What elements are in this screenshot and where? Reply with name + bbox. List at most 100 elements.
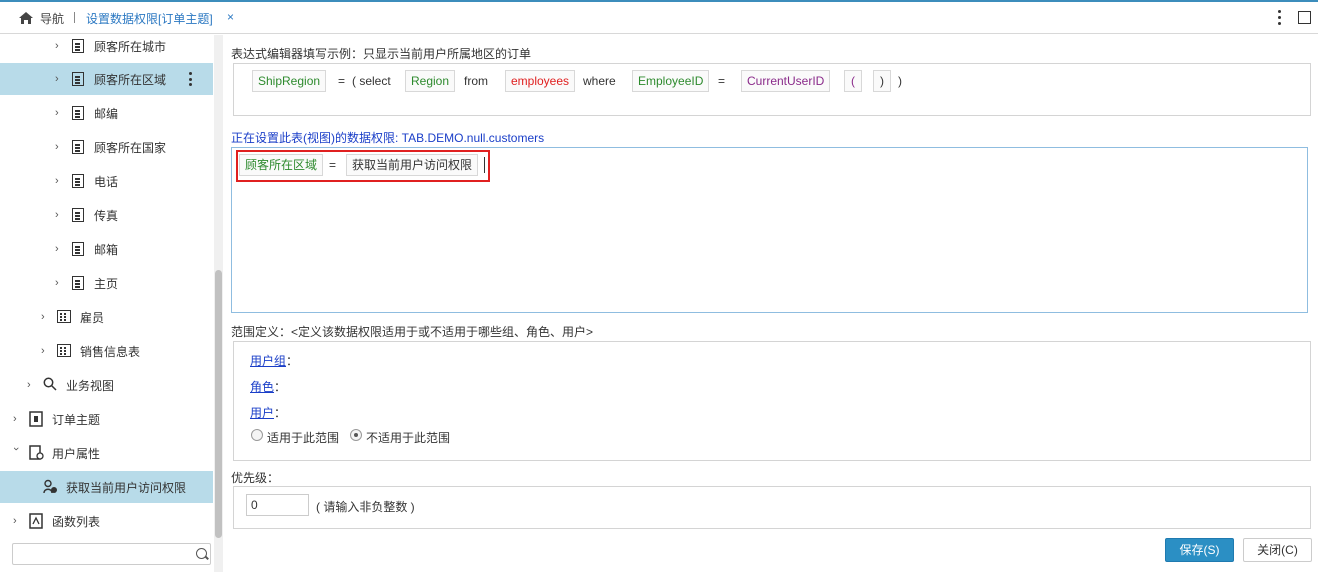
scope-role-row: 角色： <box>250 378 286 395</box>
field-icon <box>72 208 84 222</box>
tree-item-employees[interactable]: › 雇员 <box>0 301 213 333</box>
field-icon <box>72 276 84 290</box>
chevron-right-icon[interactable]: › <box>55 244 63 255</box>
tree-item-label: 顾客所在区域 <box>94 72 167 87</box>
function-list-icon <box>29 513 43 529</box>
tree-item-phone[interactable]: › 电话 <box>0 165 213 197</box>
close-button[interactable]: 关闭(C) <box>1243 538 1312 562</box>
save-button[interactable]: 保存(S) <box>1165 538 1234 562</box>
user-function-icon <box>43 479 57 494</box>
radio-apply[interactable] <box>251 429 263 441</box>
sidebar-search-input[interactable] <box>12 543 211 565</box>
chevron-right-icon[interactable]: › <box>13 414 21 425</box>
tree-item-business-view[interactable]: › 业务视图 <box>0 369 213 401</box>
tree-item-label: 销售信息表 <box>80 344 141 359</box>
chevron-right-icon[interactable]: › <box>55 108 63 119</box>
tree-item-email[interactable]: › 邮箱 <box>0 233 213 265</box>
tab-set-data-permission[interactable]: 设置数据权限[订单主题] <box>86 10 213 27</box>
token-current-user-id: CurrentUserID <box>741 70 831 92</box>
token-ship-region: ShipRegion <box>252 70 327 92</box>
home-icon <box>19 12 33 24</box>
chevron-right-icon[interactable]: › <box>55 142 63 153</box>
tree-item-order-topic[interactable]: › 订单主题 <box>0 403 213 435</box>
token-equals-2: = <box>718 74 726 88</box>
tree-item-label: 业务视图 <box>66 378 115 393</box>
search-view-icon <box>43 377 57 391</box>
chevron-right-icon[interactable]: › <box>55 210 63 221</box>
colon: ： <box>286 354 299 368</box>
example-expression-box: ShipRegion = ( select Region from employ… <box>233 63 1311 116</box>
chevron-right-icon[interactable]: › <box>41 312 49 323</box>
token-employee-id: EmployeeID <box>632 70 710 92</box>
tree-item-label: 电话 <box>94 174 119 189</box>
tab-home-label: 导航 <box>40 11 65 26</box>
permission-expression-editor[interactable]: 顾客所在区域 = 获取当前用户访问权限 <box>231 147 1308 313</box>
tree-item-get-current-user-permission[interactable]: 获取当前用户访问权限 <box>0 471 213 503</box>
item-menu-icon[interactable] <box>189 72 193 86</box>
chevron-right-icon[interactable]: › <box>41 346 49 357</box>
tree-item-customer-region[interactable]: › 顾客所在区域 <box>0 63 213 95</box>
chevron-right-icon[interactable]: › <box>55 176 63 187</box>
example-token-row: ShipRegion = ( select Region from employ… <box>252 70 1292 92</box>
tree-item-label: 顾客所在城市 <box>94 39 167 54</box>
user-attribute-icon <box>29 445 44 460</box>
token-employees: employees <box>505 70 576 92</box>
tree-item-customer-country[interactable]: › 顾客所在国家 <box>0 131 213 163</box>
field-icon <box>72 174 84 188</box>
chevron-right-icon[interactable]: › <box>27 380 35 391</box>
maximize-icon[interactable] <box>1298 11 1311 24</box>
tree-item-label: 主页 <box>94 276 119 291</box>
scope-user-row: 用户： <box>250 404 286 421</box>
chevron-down-icon[interactable]: › <box>10 447 22 455</box>
search-icon[interactable] <box>196 548 207 559</box>
more-vertical-icon[interactable] <box>1274 8 1284 26</box>
user-link[interactable]: 用户 <box>250 406 274 420</box>
tree-item-customer-city[interactable]: › 顾客所在城市 <box>0 30 213 62</box>
sidebar-tree: › 顾客所在城市 › 顾客所在区域 › 邮编 › 顾客所在国家 › 电话 › 传… <box>0 35 223 572</box>
colon: ： <box>274 406 287 420</box>
main-panel: 表达式编辑器填写示例：只显示当前用户所属地区的订单 ShipRegion = (… <box>223 35 1318 572</box>
token-left-paren: ( <box>844 70 862 92</box>
expr-function-chip[interactable]: 获取当前用户访问权限 <box>346 154 479 176</box>
tree-item-sales-info[interactable]: › 销售信息表 <box>0 335 213 367</box>
chevron-right-icon[interactable]: › <box>55 278 63 289</box>
expr-equals: = <box>329 158 337 172</box>
tree-item-fax[interactable]: › 传真 <box>0 199 213 231</box>
tree-item-function-list[interactable]: › 函数列表 <box>0 505 213 537</box>
scope-title: 范围定义：<定义该数据权限适用于或不适用于哪些组、角色、用户> <box>231 325 594 339</box>
table-icon <box>57 310 71 323</box>
token-equals: = <box>338 74 346 88</box>
token-region: Region <box>405 70 456 92</box>
chevron-right-icon[interactable]: › <box>13 516 21 527</box>
tree-item-label: 函数列表 <box>52 514 101 529</box>
sidebar-scrollbar-thumb[interactable] <box>215 270 222 538</box>
example-title: 表达式编辑器填写示例：只显示当前用户所属地区的订单 <box>231 47 532 61</box>
priority-hint: ( 请输入非负整数 ) <box>316 500 415 514</box>
text-caret <box>484 157 485 173</box>
expr-field-chip[interactable]: 顾客所在区域 <box>239 154 324 176</box>
token-from: from <box>464 74 488 88</box>
field-icon <box>72 72 84 86</box>
radio-not-apply-label: 不适用于此范围 <box>366 431 451 445</box>
priority-title: 优先级： <box>231 471 280 485</box>
chevron-right-icon[interactable]: › <box>55 41 63 52</box>
role-link[interactable]: 角色 <box>250 380 274 394</box>
tree-item-label: 邮箱 <box>94 242 119 257</box>
tab-close-icon[interactable]: × <box>227 10 234 24</box>
scope-user-group-row: 用户组： <box>250 352 298 369</box>
priority-input[interactable]: 0 <box>246 494 309 516</box>
field-icon <box>72 140 84 154</box>
radio-not-apply[interactable] <box>350 429 362 441</box>
radio-apply-label: 适用于此范围 <box>267 431 340 445</box>
token-right-paren: ) <box>873 70 891 92</box>
tree-item-homepage[interactable]: › 主页 <box>0 267 213 299</box>
permission-title: 正在设置此表(视图)的数据权限: TAB.DEMO.null.customers <box>231 131 545 145</box>
user-group-link[interactable]: 用户组 <box>250 354 286 368</box>
tree-item-postcode[interactable]: › 邮编 <box>0 97 213 129</box>
tree-item-label: 邮编 <box>94 106 119 121</box>
chevron-right-icon[interactable]: › <box>55 74 63 85</box>
tree-item-label: 用户属性 <box>52 446 101 461</box>
field-icon <box>72 106 84 120</box>
tab-home[interactable]: 导航 <box>18 10 64 26</box>
tree-item-user-attributes[interactable]: › 用户属性 <box>0 437 213 469</box>
